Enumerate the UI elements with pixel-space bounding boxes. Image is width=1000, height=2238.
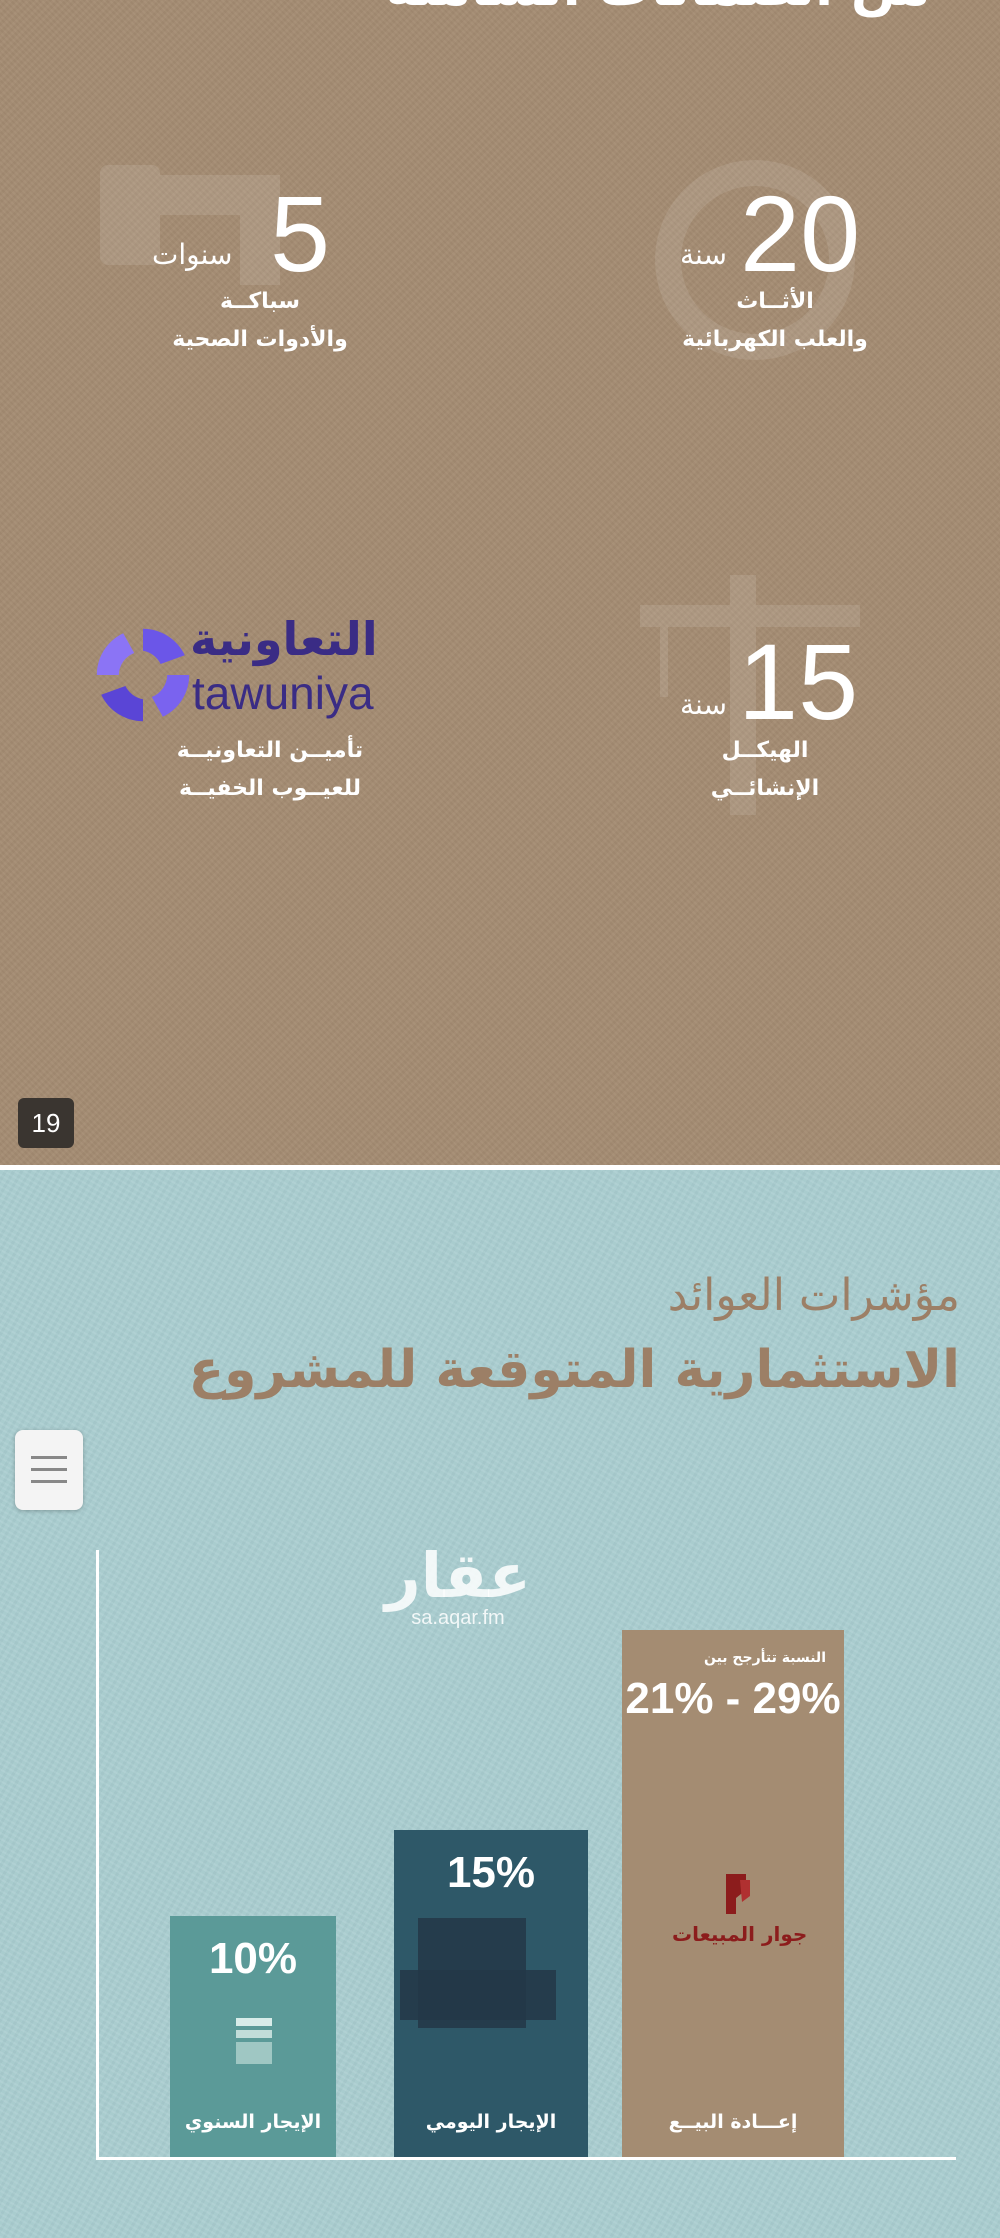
menu-line (31, 1480, 67, 1483)
aqar-watermark-ar: عقار (385, 1539, 531, 1612)
building-logo-icon (236, 2018, 272, 2064)
tawuniya-desc: تأميــن التعاونيــة للعيــوب الخفيــة (150, 732, 390, 808)
stat-desc-line2: الإنشائــي (710, 776, 820, 801)
returns-title-line1: مؤشرات العوائد (667, 1270, 960, 1321)
stat-number: 15 (738, 621, 859, 742)
tawuniya-desc-line1: تأميــن التعاونيــة (176, 738, 364, 763)
chart-y-axis (96, 1550, 99, 2160)
stat-unit: سنة (680, 688, 727, 721)
bar-resale: النسبة تتأرجح بين 21% - 29% جوار المبيعا… (622, 1630, 844, 2157)
bar-category-label: إعـــادة البيــع (668, 2111, 798, 2133)
bar-value-label: 21% - 29% (625, 1674, 841, 1723)
bar-category-label: الإيجار اليومي (425, 2111, 557, 2133)
stat-desc-line1: الأثــاث (736, 289, 814, 314)
bar-value-label: 15% (446, 1848, 536, 1897)
aqar-watermark: عقار sa.aqar.fm (385, 1545, 531, 1630)
stat-unit: سنوات (152, 238, 233, 271)
tawuniya-name-en: tawuniya (192, 667, 374, 719)
stat-unit: سنة (680, 238, 727, 271)
stat-desc-line1: سباكــة (219, 289, 301, 314)
hamburger-menu-button[interactable] (15, 1430, 83, 1510)
stat-desc-line2: والعلب الكهربائية (682, 327, 868, 352)
brand-label: جوار المبيعات (672, 1922, 808, 1946)
menu-line (31, 1468, 67, 1471)
menu-line (31, 1456, 67, 1459)
stat-desc: الهيكــل الإنشائــي (670, 732, 860, 808)
bar-daily-rent: 15% الإيجار اليومي (394, 1830, 588, 2157)
stat-number: 5 (270, 173, 331, 294)
slide-returns: مؤشرات العوائد الاستثمارية المتوقعة للمش… (0, 1170, 1000, 2238)
page-number-badge: 19 (18, 1098, 74, 1148)
returns-title-line2: الاستثمارية المتوقعة للمشروع (188, 1340, 960, 1400)
stat-desc-line2: والأدوات الصحية (172, 327, 348, 352)
bar-category-label: الإيجار السنوي (184, 2111, 322, 2133)
bar-note: النسبة تتأرجح بين (703, 1650, 826, 1666)
bar-value-label: 10% (208, 1934, 298, 1983)
stat-desc: الأثــاث والعلب الكهربائية (680, 283, 870, 359)
stat-desc-line1: الهيكــل (721, 738, 809, 763)
brand-logo-icon (726, 1874, 750, 1914)
blurred-logo (400, 1970, 556, 2020)
slide-guarantees: من الضمانات الشاملة 20 سنة الأثــاث والع… (0, 0, 1000, 1165)
chart-x-axis (96, 2157, 956, 2160)
slide-title-cut: من الضمانات الشاملة (386, 0, 930, 18)
tawuniya-name-ar: التعاونية (190, 612, 378, 666)
stat-number: 20 (740, 173, 861, 294)
stat-desc: سباكــة والأدوات الصحية (160, 283, 360, 359)
bar-annual-rent: 10% الإيجار السنوي (170, 1916, 336, 2157)
tawuniya-logo (96, 628, 190, 722)
tawuniya-desc-line2: للعيــوب الخفيــة (178, 776, 362, 801)
